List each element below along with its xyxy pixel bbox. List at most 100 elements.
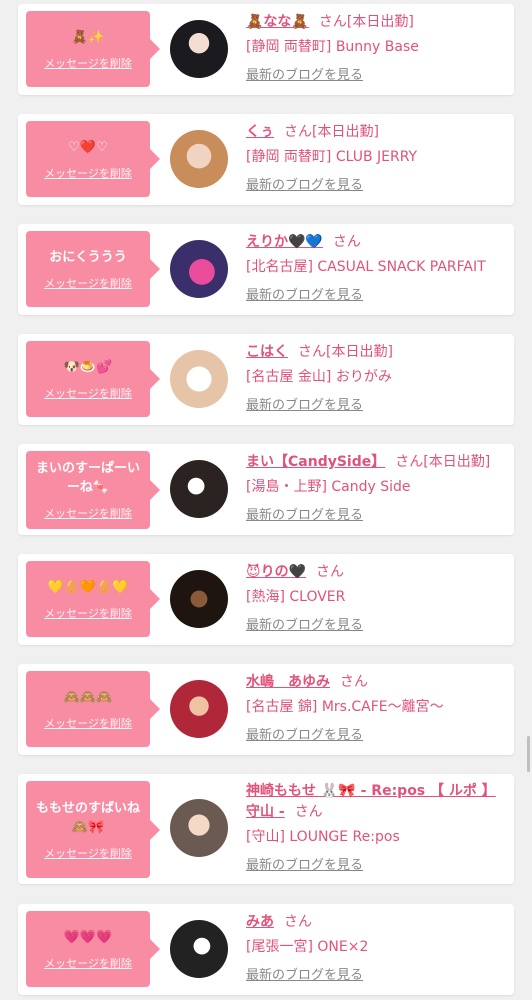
latest-blog-link[interactable]: 最新のブログを見る <box>246 727 363 745</box>
attendance-status: [本日出勤] <box>312 124 379 140</box>
message-text: 💗💗💗 <box>63 929 113 945</box>
profile-info: 神崎ももせ 🐰🎀 - Re:pos 【 ルポ 】 守山 - さん [守山] LOUN… <box>246 781 506 875</box>
profile-name-link[interactable]: こはく <box>246 344 288 360</box>
attendance-status: [本日出勤] <box>346 14 414 30</box>
favorite-card: ♡❤️♡ メッセージを削除 くぅ さん[本日出勤] [静岡 両替町] CLUB JERR… <box>18 114 514 205</box>
shop-name: [守山] LOUNGE Re:pos <box>246 829 400 845</box>
favorite-card: 💗💗💗 メッセージを削除 みあ さん [尾張一宮] ONE×2 最新のブログを見る <box>18 904 514 995</box>
latest-blog-link[interactable]: 最新のブログを見る <box>246 507 363 525</box>
message-text: おにくううう <box>49 249 127 265</box>
scrollbar-thumb[interactable] <box>527 736 530 772</box>
honorific-label: さん <box>332 234 361 250</box>
message-text: 🧸✨ <box>71 29 105 45</box>
attendance-status: [本日出勤] <box>326 344 393 360</box>
shop-name: [尾張一宮] ONE×2 <box>246 939 369 955</box>
honorific-label: さん <box>284 914 312 930</box>
latest-blog-link[interactable]: 最新のブログを見る <box>246 967 363 985</box>
favorite-card: 🙈🙈🙈 メッセージを削除 水嶋 あゆみ さん [名古屋 錦] Mrs.CAFE〜離宮〜最… <box>18 664 514 755</box>
honorific-label: さん <box>284 124 312 140</box>
name-line: 🧸なな🧸 さん[本日出勤] <box>246 12 506 33</box>
profile-name-link[interactable]: まい【CandySide】 <box>246 454 385 470</box>
message-box: 💗💗💗 メッセージを削除 <box>26 911 160 987</box>
name-line: 😈りの🖤 さん <box>246 562 506 583</box>
profile-info: みあ さん [尾張一宮] ONE×2 最新のブログを見る <box>246 912 506 985</box>
delete-message-link[interactable]: メッセージを削除 <box>44 845 132 861</box>
profile-name-link[interactable]: 🧸なな🧸 <box>246 14 309 30</box>
favorites-list: 🧸✨ メッセージを削除 🧸なな🧸 さん[本日出勤] [静岡 両替町] Bunny Bas… <box>0 0 532 1000</box>
avatar[interactable] <box>170 350 228 408</box>
message-box: 🐶🍮💕 メッセージを削除 <box>26 341 160 417</box>
avatar[interactable] <box>170 460 228 518</box>
message-box: ももせのすばいね🙈🎀 メッセージを削除 <box>26 781 160 878</box>
profile-info: 水嶋 あゆみ さん [名古屋 錦] Mrs.CAFE〜離宮〜 最新のブログを見る <box>246 672 506 745</box>
avatar[interactable] <box>170 20 228 78</box>
favorite-card: ももせのすばいね🙈🎀 メッセージを削除 神崎ももせ 🐰🎀 - Re:pos 【 ルポ… <box>18 774 514 884</box>
profile-name-link[interactable]: 😈りの🖤 <box>246 564 306 580</box>
profile-name-link[interactable]: 神崎ももせ 🐰🎀 - Re:pos 【 ルポ 】 守山 - <box>246 783 496 820</box>
message-box: おにくううう メッセージを削除 <box>26 231 160 307</box>
message-box: 🙈🙈🙈 メッセージを削除 <box>26 671 160 747</box>
profile-name-link[interactable]: みあ <box>246 914 274 930</box>
honorific-label: さん <box>294 804 323 820</box>
message-box: まいのすーぱーいーね🍬 メッセージを削除 <box>26 451 160 529</box>
shop-name: [熱海] CLOVER <box>246 589 346 605</box>
shop-name: [湯島・上野] Candy Side <box>246 479 411 495</box>
shop-name: [静岡 両替町] Bunny Base <box>246 39 419 55</box>
latest-blog-link[interactable]: 最新のブログを見る <box>246 857 363 875</box>
profile-info: こはく さん[本日出勤] [名古屋 金山] おりがみ 最新のブログを見る <box>246 342 506 415</box>
attendance-status: [本日出勤] <box>423 454 491 470</box>
message-box: ♡❤️♡ メッセージを削除 <box>26 121 160 197</box>
profile-info: くぅ さん[本日出勤] [静岡 両替町] CLUB JERRY 最新のブログを見る <box>246 122 506 195</box>
name-line: 水嶋 あゆみ さん <box>246 672 506 693</box>
honorific-label: さん <box>298 344 326 360</box>
favorite-card: 🧸✨ メッセージを削除 🧸なな🧸 さん[本日出勤] [静岡 両替町] Bunny Bas… <box>18 4 514 95</box>
message-text: まいのすーぱーいーね🍬 <box>35 461 140 495</box>
profile-info: まい【CandySide】 さん[本日出勤] [湯島・上野] Candy Side 最… <box>246 452 506 525</box>
profile-info: 🧸なな🧸 さん[本日出勤] [静岡 両替町] Bunny Base 最新のブログを見る <box>246 12 506 85</box>
avatar[interactable] <box>170 680 228 738</box>
avatar[interactable] <box>170 799 228 857</box>
honorific-label: さん <box>340 674 368 690</box>
latest-blog-link[interactable]: 最新のブログを見る <box>246 287 363 305</box>
delete-message-link[interactable]: メッセージを削除 <box>44 955 132 971</box>
profile-info: 😈りの🖤 さん [熱海] CLOVER 最新のブログを見る <box>246 562 506 635</box>
avatar[interactable] <box>170 570 228 628</box>
name-line: こはく さん[本日出勤] <box>246 342 506 363</box>
avatar[interactable] <box>170 920 228 978</box>
name-line: みあ さん <box>246 912 506 933</box>
honorific-label: さん <box>395 454 424 470</box>
avatar[interactable] <box>170 240 228 298</box>
favorite-card: おにくううう メッセージを削除 えりか🖤💙 さん [北名古屋] CASUAL SNACK… <box>18 224 514 315</box>
delete-message-link[interactable]: メッセージを削除 <box>44 55 132 71</box>
delete-message-link[interactable]: メッセージを削除 <box>44 505 132 521</box>
shop-name: [北名古屋] CASUAL SNACK PARFAIT <box>246 259 486 275</box>
delete-message-link[interactable]: メッセージを削除 <box>44 715 132 731</box>
avatar[interactable] <box>170 130 228 188</box>
profile-name-link[interactable]: くぅ <box>246 124 274 140</box>
name-line: えりか🖤💙 さん <box>246 232 506 253</box>
name-line: まい【CandySide】 さん[本日出勤] <box>246 452 506 473</box>
message-text: ももせのすばいね🙈🎀 <box>35 800 140 835</box>
latest-blog-link[interactable]: 最新のブログを見る <box>246 177 363 195</box>
delete-message-link[interactable]: メッセージを削除 <box>44 165 132 181</box>
profile-info: えりか🖤💙 さん [北名古屋] CASUAL SNACK PARFAIT 最新のブログ… <box>246 232 506 305</box>
profile-name-link[interactable]: えりか🖤💙 <box>246 234 323 250</box>
shop-name: [名古屋 金山] おりがみ <box>246 369 392 385</box>
latest-blog-link[interactable]: 最新のブログを見る <box>246 397 363 415</box>
honorific-label: さん <box>316 564 345 580</box>
delete-message-link[interactable]: メッセージを削除 <box>44 275 132 291</box>
message-text: 💛🥚🧡🥚💛 <box>47 579 129 595</box>
message-text: 🐶🍮💕 <box>63 359 113 375</box>
delete-message-link[interactable]: メッセージを削除 <box>44 385 132 401</box>
profile-name-link[interactable]: 水嶋 あゆみ <box>246 674 330 690</box>
message-text: ♡❤️♡ <box>68 139 108 155</box>
delete-message-link[interactable]: メッセージを削除 <box>44 605 132 621</box>
name-line: くぅ さん[本日出勤] <box>246 122 506 143</box>
message-box: 🧸✨ メッセージを削除 <box>26 11 160 87</box>
latest-blog-link[interactable]: 最新のブログを見る <box>246 67 363 85</box>
shop-name: [名古屋 錦] Mrs.CAFE〜離宮〜 <box>246 699 444 715</box>
shop-name: [静岡 両替町] CLUB JERRY <box>246 149 418 165</box>
favorite-card: 💛🥚🧡🥚💛 メッセージを削除 😈りの🖤 さん [熱海] CLOVER 最新のブログを見る <box>18 554 514 645</box>
latest-blog-link[interactable]: 最新のブログを見る <box>246 617 363 635</box>
favorite-card: まいのすーぱーいーね🍬 メッセージを削除 まい【CandySide】 さん[本日出勤]… <box>18 444 514 535</box>
